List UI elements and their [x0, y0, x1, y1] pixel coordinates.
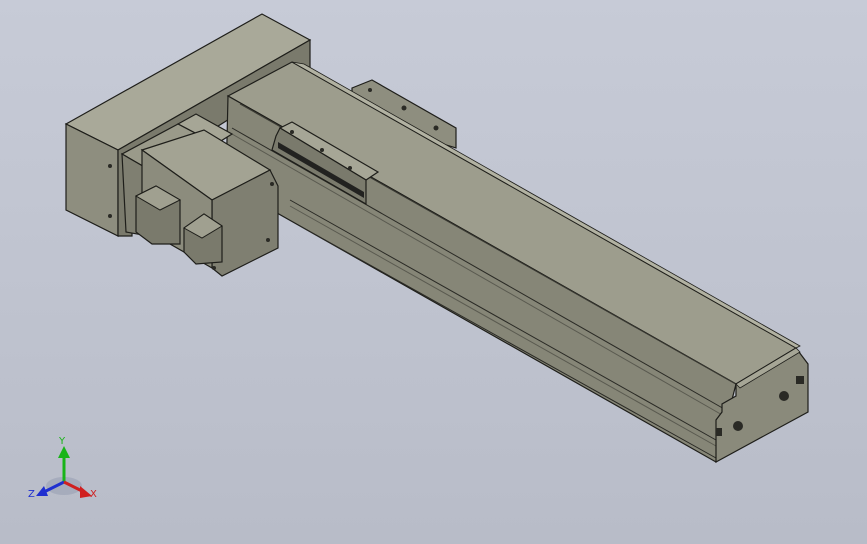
y-axis-label: Y	[58, 436, 66, 447]
z-axis-label: Z	[28, 489, 35, 500]
linear-rail-body[interactable]	[225, 61, 801, 463]
x-axis-label: X	[90, 489, 97, 500]
model-render[interactable]: Y Z X	[0, 0, 867, 544]
cad-3d-viewport[interactable]: Y Z X	[0, 0, 867, 544]
coordinate-triad: Y Z X	[28, 436, 97, 500]
